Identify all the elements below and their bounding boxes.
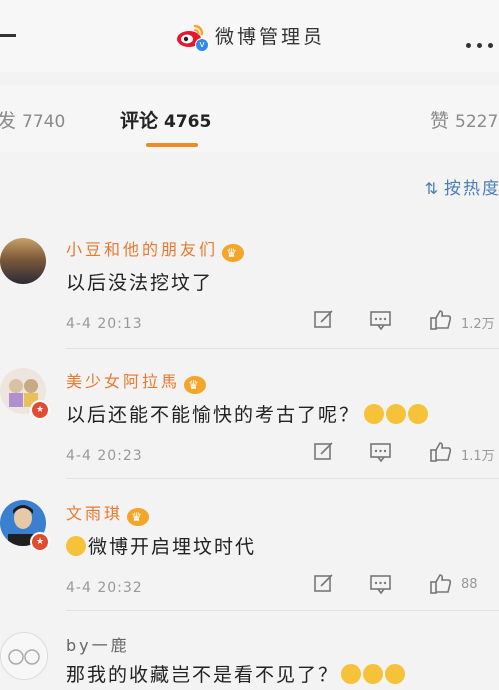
comment-list: ⇅按热度 小豆和他的朋友们♛ 以后没法挖坟了 4-4 20:13 1.2万 (0, 152, 499, 690)
tab-count: 7740 (22, 112, 66, 132)
avatar[interactable] (0, 238, 46, 284)
sort-icon: ⇅ (424, 179, 440, 198)
comment-text-content: 那我的收藏岂不是看不见了？ (66, 664, 340, 686)
comment-text: 以后还能不能愉快的考古了呢？ (66, 400, 429, 427)
username-text: 小豆和他的朋友们 (66, 240, 219, 259)
reply-icon[interactable] (369, 573, 393, 600)
comment-text: 那我的收藏岂不是看不见了？ (66, 660, 406, 687)
reply-icon[interactable] (369, 441, 393, 468)
tab-reposts[interactable]: 转发7740 (0, 106, 65, 133)
sort-by-hot-button[interactable]: ⇅ 按热度 (425, 174, 499, 199)
crown-icon: ♛ (184, 376, 207, 394)
sad-emoji-icon (408, 404, 429, 424)
like-icon[interactable] (429, 441, 453, 468)
comment-time: 4-4 20:23 (66, 448, 143, 464)
repost-icon[interactable] (313, 309, 335, 336)
tab-label: 评论 (120, 110, 159, 132)
comment-text: 微博开启埋坟时代 (66, 532, 256, 559)
tab-label: 赞 (430, 110, 450, 132)
reply-icon[interactable] (369, 309, 393, 336)
repost-icon[interactable] (313, 441, 335, 468)
sad-emoji-icon (364, 404, 385, 424)
member-badge-icon: ★ (30, 532, 50, 552)
comment-username[interactable]: by一鹿 (66, 632, 130, 656)
comment-time: 4-4 20:32 (66, 580, 143, 596)
tab-count: 4765 (164, 112, 212, 132)
sad-emoji-icon (386, 404, 407, 424)
comment-username[interactable]: 小豆和他的朋友们 ♛ (66, 236, 245, 262)
page-title: 微博管理员 (215, 26, 326, 48)
avatar[interactable] (0, 632, 48, 680)
comment-actions: 1.2万 (309, 309, 499, 335)
weibo-logo-icon: v (175, 20, 209, 52)
member-badge-icon: ★ (30, 400, 50, 420)
comment-actions: 88 (309, 573, 499, 599)
tab-count: 5227 (455, 112, 499, 132)
username-text: 文雨琪 (66, 504, 124, 523)
like-icon[interactable] (429, 309, 453, 336)
sort-label: 按热度 (444, 179, 499, 199)
tab-comments[interactable]: 评论 4765 (120, 106, 211, 133)
like-count: 1.2万 (461, 317, 495, 332)
comment-text-content: 微博开启埋坟时代 (88, 536, 257, 558)
repost-icon[interactable] (313, 573, 335, 600)
divider (66, 478, 499, 479)
laughing-emoji-icon (385, 664, 406, 684)
back-icon[interactable] (0, 34, 16, 37)
comment-time: 4-4 20:13 (66, 316, 143, 332)
comment-actions: 1.1万 (309, 441, 499, 467)
more-icon[interactable] (466, 33, 499, 52)
divider (66, 348, 499, 349)
like-icon[interactable] (429, 573, 453, 600)
crown-icon: ♛ (127, 508, 150, 526)
comment-text-content: 以后还能不能愉快的考古了呢？ (66, 404, 361, 426)
tab-bar: 转发7740 评论4765 赞5227 (0, 86, 499, 152)
username-text: by一鹿 (66, 636, 130, 655)
laughing-emoji-icon (66, 536, 86, 556)
tab-likes[interactable]: 赞 5227 (430, 106, 498, 133)
comment-username[interactable]: 美少女阿拉馬 ♛ (66, 368, 207, 394)
top-bar: v 微博管理员 (0, 0, 499, 72)
username-text: 美少女阿拉馬 (66, 372, 181, 391)
divider (66, 610, 499, 611)
comment-username[interactable]: 文雨琪 ♛ (66, 500, 150, 526)
verified-badge: v (195, 38, 209, 52)
crown-icon: ♛ (222, 244, 245, 262)
like-count: 88 (461, 577, 478, 592)
laughing-emoji-icon (341, 664, 362, 684)
laughing-emoji-icon (363, 664, 384, 684)
comment-text: 以后没法挖坟了 (66, 272, 214, 294)
tab-label: 转发 (0, 110, 17, 132)
like-count: 1.1万 (461, 449, 495, 464)
active-tab-indicator (146, 143, 198, 147)
